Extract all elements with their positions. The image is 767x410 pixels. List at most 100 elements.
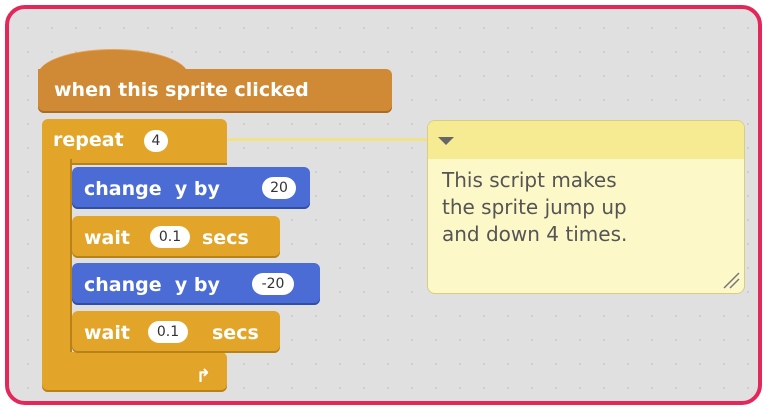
grid-dot (291, 387, 293, 389)
grid-dot (531, 315, 533, 317)
grid-dot (267, 363, 269, 365)
grid-dot (483, 339, 485, 341)
grid-dot (339, 195, 341, 197)
grid-dot (435, 51, 437, 53)
grid-dot (315, 147, 317, 149)
grid-dot (387, 363, 389, 365)
grid-dot (387, 123, 389, 125)
grid-dot (243, 363, 245, 365)
grid-dot (651, 99, 653, 101)
grid-dot (51, 27, 53, 29)
grid-dot (555, 339, 557, 341)
change-y-block-1[interactable]: change y by 20 (72, 167, 310, 209)
grid-dot (195, 27, 197, 29)
grid-dot (627, 315, 629, 317)
grid-dot (291, 219, 293, 221)
wait-seconds-input[interactable]: 0.1 (150, 226, 190, 248)
grid-dot (339, 315, 341, 317)
grid-dot (723, 75, 725, 77)
grid-dot (603, 315, 605, 317)
grid-dot (243, 123, 245, 125)
repeat-count-input[interactable]: 4 (144, 130, 168, 152)
grid-dot (171, 27, 173, 29)
grid-dot (387, 387, 389, 389)
grid-dot (747, 123, 749, 125)
grid-dot (411, 387, 413, 389)
grid-dot (603, 27, 605, 29)
grid-dot (603, 99, 605, 101)
grid-dot (579, 27, 581, 29)
grid-dot (507, 387, 509, 389)
comment-title-bar[interactable] (428, 121, 744, 159)
grid-dot (651, 51, 653, 53)
grid-dot (99, 27, 101, 29)
script-comment[interactable]: This script makes the sprite jump up and… (427, 120, 745, 294)
grid-dot (675, 387, 677, 389)
grid-dot (387, 267, 389, 269)
grid-dot (411, 51, 413, 53)
grid-dot (363, 243, 365, 245)
grid-dot (435, 99, 437, 101)
grid-dot (483, 27, 485, 29)
grid-dot (459, 315, 461, 317)
grid-dot (339, 387, 341, 389)
grid-dot (339, 243, 341, 245)
grid-dot (699, 99, 701, 101)
wait-block-2[interactable]: wait 0.1 secs (72, 311, 280, 353)
when-sprite-clicked-block[interactable]: when this sprite clicked (38, 49, 392, 115)
grid-dot (531, 99, 533, 101)
grid-dot (27, 51, 29, 53)
grid-dot (675, 99, 677, 101)
grid-dot (27, 291, 29, 293)
grid-dot (435, 27, 437, 29)
grid-dot (411, 219, 413, 221)
grid-dot (627, 27, 629, 29)
change-y-value-input[interactable]: -20 (252, 273, 294, 295)
grid-dot (27, 27, 29, 29)
grid-dot (291, 147, 293, 149)
grid-dot (627, 339, 629, 341)
grid-dot (27, 147, 29, 149)
hat-label: when this sprite clicked (54, 79, 309, 101)
grid-dot (699, 27, 701, 29)
grid-dot (675, 75, 677, 77)
comment-text[interactable]: This script makes the sprite jump up and… (442, 167, 732, 248)
grid-dot (747, 195, 749, 197)
change-y-block-2[interactable]: change y by -20 (72, 263, 320, 305)
wait-secs-label: secs (212, 322, 259, 344)
grid-dot (339, 123, 341, 125)
collapse-triangle-icon[interactable] (438, 137, 454, 145)
grid-dot (363, 291, 365, 293)
grid-dot (627, 363, 629, 365)
script-area[interactable]: when this sprite clicked repeat 4 ↱ chan… (5, 5, 762, 405)
grid-dot (531, 27, 533, 29)
grid-dot (507, 315, 509, 317)
grid-dot (267, 123, 269, 125)
change-y-value-input[interactable]: 20 (262, 177, 296, 199)
grid-dot (579, 339, 581, 341)
wait-block-1[interactable]: wait 0.1 secs (72, 216, 280, 258)
grid-dot (363, 195, 365, 197)
grid-dot (459, 387, 461, 389)
grid-dot (339, 219, 341, 221)
grid-dot (363, 147, 365, 149)
grid-dot (411, 315, 413, 317)
grid-dot (267, 27, 269, 29)
grid-dot (411, 339, 413, 341)
grid-dot (27, 315, 29, 317)
grid-dot (363, 315, 365, 317)
grid-dot (579, 75, 581, 77)
grid-dot (363, 267, 365, 269)
grid-dot (387, 195, 389, 197)
grid-dot (435, 387, 437, 389)
grid-dot (627, 51, 629, 53)
grid-dot (387, 171, 389, 173)
grid-dot (27, 75, 29, 77)
resize-handle-icon[interactable] (720, 269, 740, 289)
grid-dot (555, 363, 557, 365)
grid-dot (723, 27, 725, 29)
grid-dot (27, 99, 29, 101)
wait-seconds-input[interactable]: 0.1 (148, 321, 188, 343)
grid-dot (555, 387, 557, 389)
grid-dot (579, 51, 581, 53)
